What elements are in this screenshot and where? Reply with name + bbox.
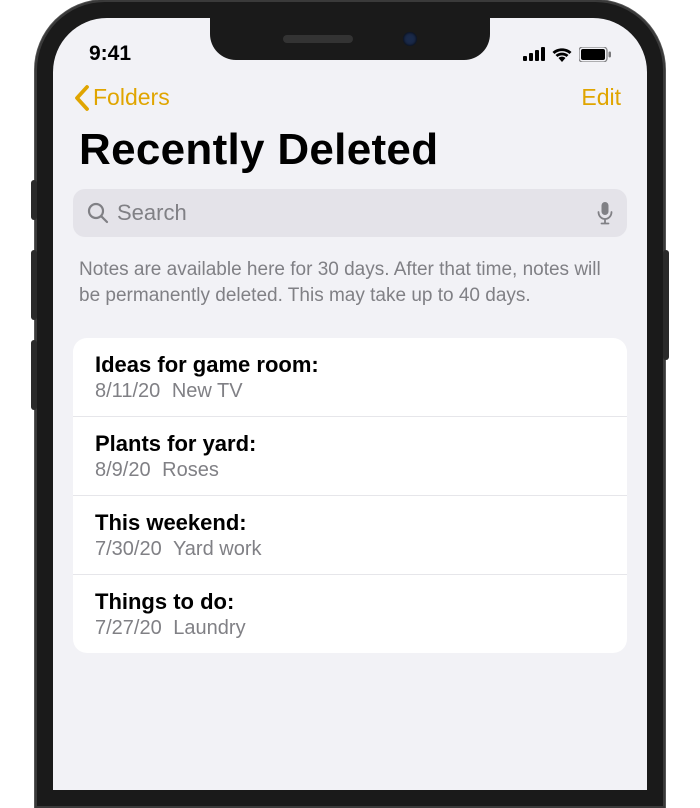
- note-subtitle: 8/11/20 New TV: [95, 380, 605, 403]
- side-button: [31, 340, 37, 410]
- note-title: Things to do:: [95, 589, 605, 615]
- list-item[interactable]: Plants for yard: 8/9/20 Roses: [73, 417, 627, 496]
- search-icon: [87, 202, 109, 224]
- side-button: [31, 180, 37, 220]
- wifi-icon: [551, 46, 573, 62]
- back-label: Folders: [93, 84, 170, 111]
- back-button[interactable]: Folders: [73, 84, 170, 111]
- page-title: Recently Deleted: [53, 121, 647, 189]
- battery-icon: [579, 47, 611, 62]
- edit-button[interactable]: Edit: [581, 84, 627, 111]
- search-input[interactable]: Search: [73, 189, 627, 237]
- note-subtitle: 7/30/20 Yard work: [95, 538, 605, 561]
- notch: [210, 18, 490, 60]
- status-time: 9:41: [89, 42, 131, 66]
- edit-label: Edit: [581, 84, 621, 110]
- chevron-left-icon: [73, 85, 91, 111]
- notes-list: Ideas for game room: 8/11/20 New TV Plan…: [73, 338, 627, 653]
- note-title: Plants for yard:: [95, 431, 605, 457]
- phone-frame: 9:41 Folders Edit: [35, 0, 665, 808]
- note-subtitle: 8/9/20 Roses: [95, 459, 605, 482]
- list-item[interactable]: Ideas for game room: 8/11/20 New TV: [73, 338, 627, 417]
- screen: 9:41 Folders Edit: [53, 18, 647, 790]
- side-button: [31, 250, 37, 320]
- note-title: Ideas for game room:: [95, 352, 605, 378]
- speaker: [283, 35, 353, 43]
- search-placeholder: Search: [117, 200, 589, 226]
- cellular-icon: [523, 47, 545, 61]
- side-button: [663, 250, 669, 360]
- front-camera: [403, 32, 417, 46]
- note-subtitle: 7/27/20 Laundry: [95, 617, 605, 640]
- note-title: This weekend:: [95, 510, 605, 536]
- nav-bar: Folders Edit: [53, 76, 647, 121]
- retention-info: Notes are available here for 30 days. Af…: [53, 253, 647, 338]
- mic-icon[interactable]: [597, 201, 613, 225]
- list-item[interactable]: This weekend: 7/30/20 Yard work: [73, 496, 627, 575]
- list-item[interactable]: Things to do: 7/27/20 Laundry: [73, 575, 627, 653]
